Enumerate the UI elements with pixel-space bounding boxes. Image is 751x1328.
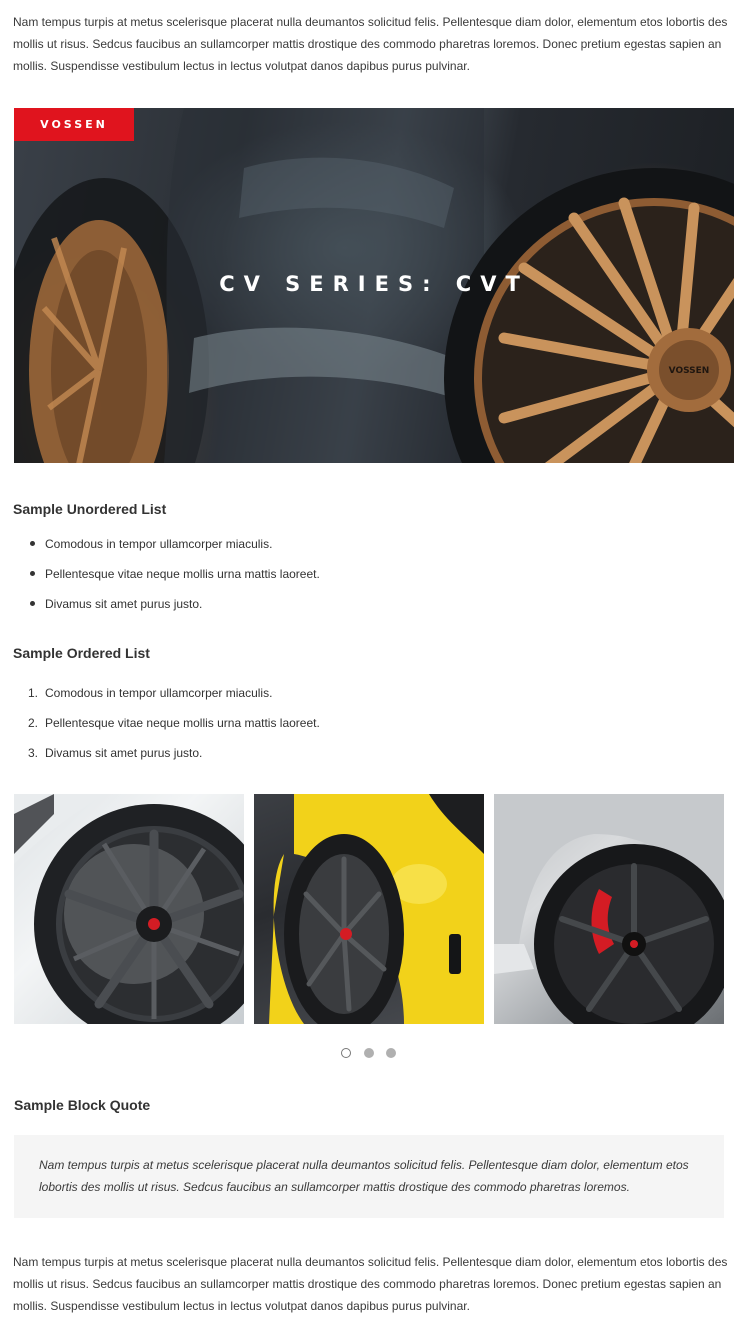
block-quote-heading: Sample Block Quote — [14, 1097, 151, 1113]
intro-paragraph: Nam tempus turpis at metus scelerisque p… — [13, 15, 728, 73]
gallery-image-silver-car[interactable] — [494, 794, 724, 1024]
list-number: 3. — [27, 746, 38, 760]
carousel-dot-2[interactable] — [364, 1048, 374, 1058]
list-number: 1. — [27, 686, 38, 700]
block-quote-text: Nam tempus turpis at metus scelerisque p… — [39, 1158, 689, 1194]
hero-title: CV SERIES: CVT — [219, 272, 529, 296]
ordered-list-heading: Sample Ordered List — [13, 645, 150, 661]
list-number: 2. — [27, 716, 38, 730]
outro-paragraph: Nam tempus turpis at metus scelerisque p… — [13, 1255, 728, 1313]
brand-text: VOSSEN — [40, 118, 108, 131]
hub-logo: VOSSEN — [669, 366, 710, 376]
carousel-dot-3[interactable] — [386, 1048, 396, 1058]
unordered-list-heading: Sample Unordered List — [13, 501, 167, 517]
bullet-icon — [30, 571, 35, 576]
gallery-image-white-car[interactable] — [14, 794, 244, 1024]
hero-banner: VOSSEN VOSSEN CV SERIES: CVT — [14, 108, 734, 463]
vossen-logo-badge[interactable]: VOSSEN — [14, 108, 134, 141]
block-quote: Nam tempus turpis at metus scelerisque p… — [14, 1135, 724, 1218]
gallery-image-yellow-car[interactable] — [254, 794, 484, 1024]
bullet-icon — [30, 601, 35, 606]
bullet-icon — [30, 541, 35, 546]
carousel-dot-1[interactable] — [341, 1048, 351, 1058]
